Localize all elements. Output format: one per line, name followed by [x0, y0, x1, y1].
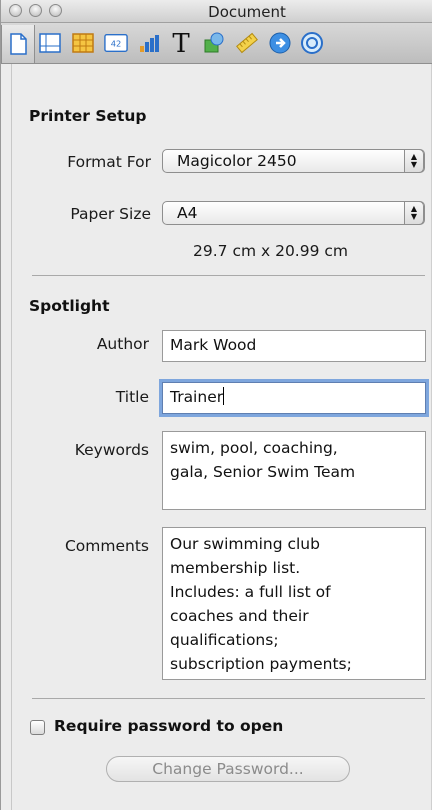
title-bar: Document [1, 0, 432, 23]
svg-text:T: T [172, 30, 190, 56]
format-for-label: Format For [67, 153, 151, 171]
title-field-value: Trainer [170, 388, 224, 406]
paper-size-label: Paper Size [70, 205, 151, 223]
cell-format-icon[interactable]: 42 [104, 31, 128, 55]
require-password-checkbox[interactable] [30, 720, 45, 735]
author-label: Author [96, 335, 149, 353]
title-label: Title [115, 388, 149, 406]
keywords-field[interactable]: swim, pool, coaching, gala, Senior Swim … [162, 431, 426, 510]
format-for-popup[interactable]: Magicolor 2450 ▲ ▼ [162, 149, 425, 173]
author-field[interactable]: Mark Wood [162, 330, 426, 362]
popup-arrows-icon: ▲ ▼ [404, 149, 424, 173]
chart-inspector-icon[interactable] [137, 31, 161, 55]
popup-arrows-icon: ▲ ▼ [404, 201, 424, 225]
paper-size-value: A4 [177, 204, 198, 222]
spotlight-heading: Spotlight [29, 297, 110, 315]
divider [32, 275, 425, 276]
quicktime-inspector-icon[interactable] [300, 31, 324, 55]
paper-dimensions: 29.7 cm x 20.99 cm [193, 242, 349, 260]
title-field[interactable]: Trainer [162, 382, 426, 414]
comments-field[interactable]: Our swimming club membership list. Inclu… [162, 527, 426, 680]
require-password-label[interactable]: Require password to open [54, 717, 283, 735]
format-for-value: Magicolor 2450 [177, 152, 297, 170]
metrics-inspector-icon[interactable] [235, 31, 259, 55]
comments-label: Comments [64, 537, 149, 555]
text-caret [223, 387, 225, 405]
document-inspector-icon[interactable] [1, 25, 35, 63]
document-inspector-panel: Printer Setup Format For Magicolor 2450 … [11, 64, 432, 810]
window-title: Document [208, 3, 286, 21]
paper-size-popup[interactable]: A4 ▲ ▼ [162, 201, 425, 225]
layout-inspector-icon[interactable] [38, 31, 62, 55]
divider [32, 698, 425, 699]
table-inspector-icon[interactable] [71, 31, 95, 55]
printer-setup-heading: Printer Setup [29, 107, 147, 125]
hyperlink-inspector-icon[interactable] [268, 31, 292, 55]
graphic-inspector-icon[interactable] [202, 31, 226, 55]
document-inspector-window: Document 42 T Printer Setup Format For M… [0, 0, 432, 810]
change-password-button[interactable]: Change Password... [106, 756, 350, 782]
inspector-toolbar: 42 T [1, 23, 432, 64]
svg-text:42: 42 [111, 39, 122, 49]
text-inspector-icon[interactable]: T [169, 30, 193, 56]
keywords-label: Keywords [74, 441, 149, 459]
